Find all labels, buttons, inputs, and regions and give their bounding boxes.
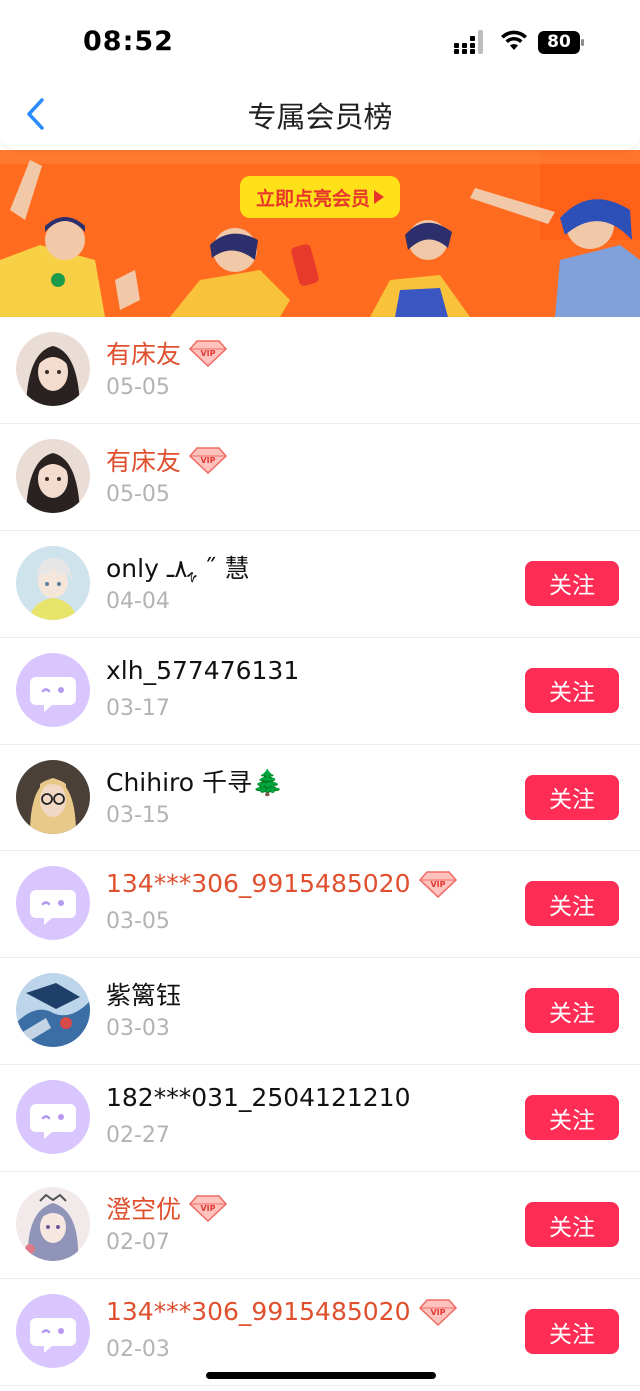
cta-label: 立即点亮会员	[255, 187, 370, 210]
member-name-text: Chihiro 千寻🌲	[106, 767, 284, 797]
member-name: Chihiro 千寻🌲	[106, 763, 283, 799]
top-bar: 08:52 80 专属会员榜	[0, 0, 640, 150]
home-indicator	[206, 1372, 436, 1379]
avatar[interactable]	[16, 866, 90, 941]
membership-banner[interactable]: 立即点亮会员	[0, 150, 640, 317]
member-name-text: 182***031_2504121210	[106, 1083, 411, 1113]
member-row[interactable]: 182***031_2504121210 02-27 关注	[0, 1065, 640, 1173]
avatar[interactable]	[16, 1187, 90, 1262]
member-name-text: 134***306_9915485020	[106, 869, 411, 899]
member-name: 182***031_2504121210	[106, 1083, 411, 1112]
follow-button[interactable]: 关注	[525, 1309, 619, 1355]
member-name: xlh_577476131	[106, 656, 299, 685]
vip-diamond-icon: VIP	[189, 447, 228, 474]
follow-button[interactable]: 关注	[525, 1095, 619, 1141]
wifi-icon	[501, 30, 527, 50]
member-date: 03-17	[106, 695, 170, 721]
member-date: 03-03	[106, 1016, 170, 1042]
member-row[interactable]: 有床友 VIP 05-05	[0, 317, 640, 424]
activate-membership-button[interactable]: 立即点亮会员	[240, 176, 400, 218]
svg-text:VIP: VIP	[430, 880, 445, 889]
avatar[interactable]	[16, 545, 90, 620]
member-name-text: 134***306_9915485020	[106, 1297, 411, 1327]
member-row[interactable]: 134***306_9915485020 VIP 02-03 关注	[0, 1279, 640, 1386]
vip-diamond-icon: VIP	[418, 1298, 457, 1326]
member-name-text: only ﮩ٨ـ ˝ 慧	[106, 553, 250, 583]
member-list: 有床友 VIP 05-05 有床友 VIP 05-05 only ﮩ٨ـ ˝ 慧 04-04 关…	[0, 317, 640, 1386]
avatar[interactable]	[16, 332, 90, 406]
member-row[interactable]: 澄空优 VIP 02-07 关注	[0, 1172, 640, 1280]
svg-text:VIP: VIP	[201, 1204, 216, 1213]
avatar[interactable]	[16, 438, 90, 513]
member-date: 04-04	[106, 588, 170, 614]
svg-text:VIP: VIP	[201, 456, 216, 465]
battery-level: 80	[547, 32, 571, 52]
battery-icon: 80	[538, 31, 584, 54]
avatar[interactable]	[16, 652, 90, 727]
follow-button[interactable]: 关注	[525, 988, 619, 1034]
member-name: 134***306_9915485020 VIP	[106, 869, 457, 898]
svg-text:VIP: VIP	[430, 1308, 445, 1317]
member-name: 澄空优 VIP	[106, 1190, 228, 1226]
member-row[interactable]: only ﮩ٨ـ ˝ 慧 04-04 关注	[0, 530, 640, 638]
follow-button[interactable]: 关注	[525, 774, 619, 820]
play-triangle-icon	[374, 190, 384, 204]
member-date: 05-05	[106, 481, 170, 507]
page-title: 专属会员榜	[247, 100, 393, 134]
member-row[interactable]: xlh_577476131 03-17 关注	[0, 637, 640, 745]
vip-diamond-icon: VIP	[418, 871, 457, 898]
member-date: 02-03	[106, 1337, 170, 1363]
avatar[interactable]	[16, 759, 90, 834]
member-name-text: 有床友	[106, 446, 182, 476]
member-name-text: 澄空优	[106, 1195, 182, 1225]
member-name: 有床友 VIP	[106, 335, 228, 371]
member-date: 02-27	[106, 1123, 170, 1149]
member-row[interactable]: 134***306_9915485020 VIP 03-05 关注	[0, 851, 640, 959]
follow-button[interactable]: 关注	[525, 881, 619, 927]
member-name: only ﮩ٨ـ ˝ 慧	[106, 549, 250, 585]
member-name: 有床友 VIP	[106, 442, 228, 478]
member-name-text: 有床友	[106, 340, 182, 369]
follow-button[interactable]: 关注	[525, 1202, 619, 1248]
follow-button[interactable]: 关注	[525, 667, 619, 713]
follow-button[interactable]: 关注	[525, 560, 619, 606]
member-date: 02-07	[106, 1230, 170, 1256]
member-name-text: xlh_577476131	[106, 655, 300, 685]
vip-diamond-icon: VIP	[189, 1195, 228, 1223]
member-row[interactable]: 紫篱钰 03-03 关注	[0, 958, 640, 1066]
cellular-signal-icon	[454, 30, 483, 54]
member-name-text: 紫篱钰	[106, 981, 182, 1011]
avatar[interactable]	[16, 973, 90, 1048]
member-date: 03-05	[106, 909, 170, 935]
member-date: 05-05	[106, 375, 170, 400]
member-row[interactable]: 有床友 VIP 05-05	[0, 423, 640, 531]
member-date: 03-15	[106, 802, 170, 828]
vip-diamond-icon: VIP	[189, 340, 228, 367]
status-time: 08:52	[83, 26, 174, 57]
svg-text:VIP: VIP	[201, 349, 216, 358]
member-name: 紫篱钰	[106, 976, 181, 1012]
avatar[interactable]	[16, 1080, 90, 1155]
member-row[interactable]: Chihiro 千寻🌲 03-15 关注	[0, 744, 640, 852]
avatar[interactable]	[16, 1294, 90, 1369]
member-name: 134***306_9915485020 VIP	[106, 1297, 457, 1326]
